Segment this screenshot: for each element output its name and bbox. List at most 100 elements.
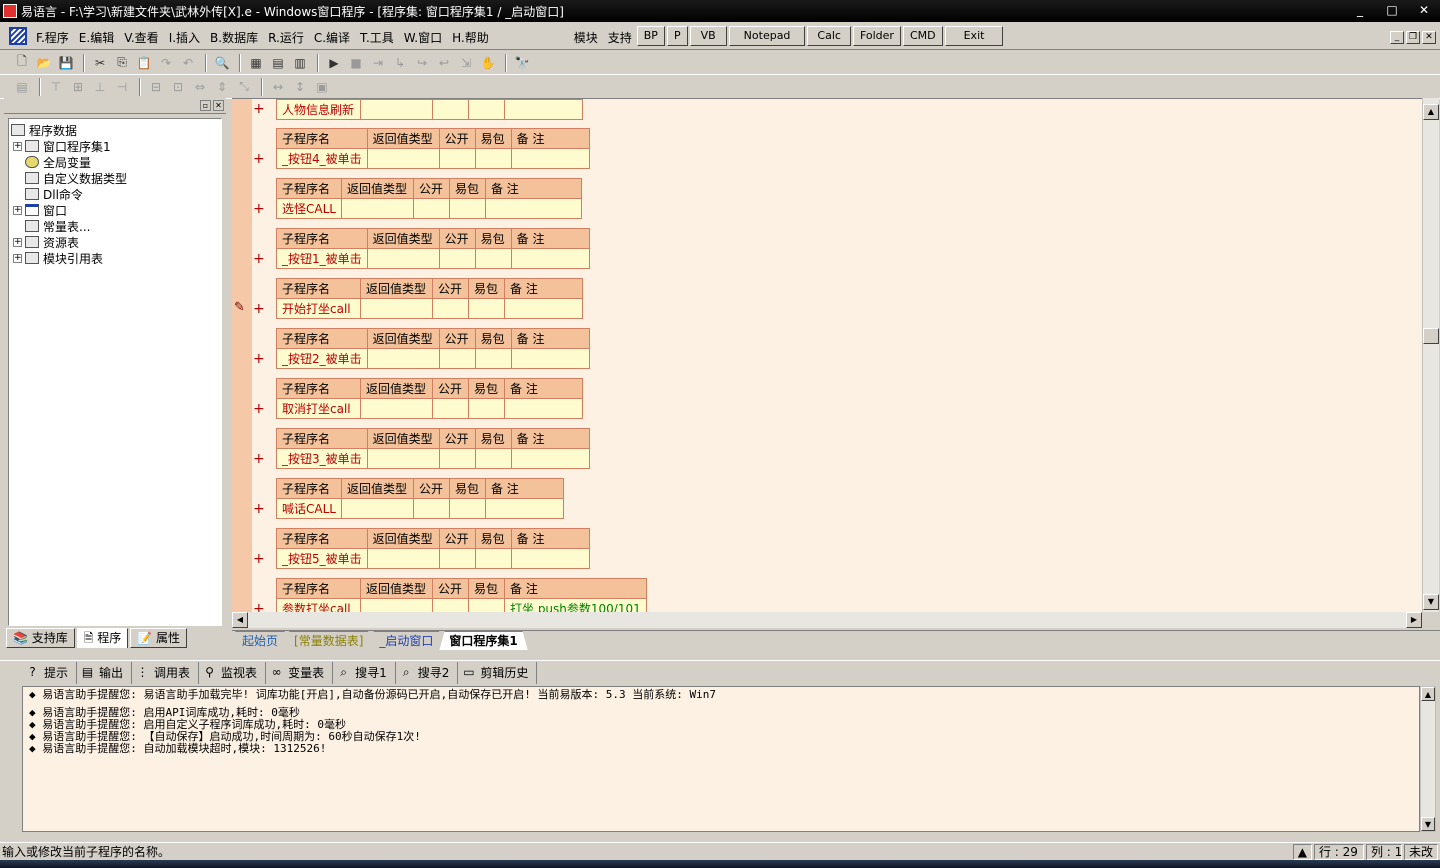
quick-calc-button[interactable]: Calc xyxy=(807,26,851,46)
tab-watch[interactable]: ⚲ 监视表 xyxy=(199,661,267,684)
sub-name-cell[interactable]: _按钮4_被单击 xyxy=(276,148,368,169)
public-cell[interactable] xyxy=(438,548,476,569)
menu-help[interactable]: H.帮助 xyxy=(447,23,494,50)
redo-icon[interactable]: ↷ xyxy=(156,53,176,73)
remark-cell[interactable] xyxy=(484,198,582,219)
remark-cell[interactable] xyxy=(504,298,583,319)
ret-type-cell[interactable] xyxy=(366,448,440,469)
expand-plus-icon[interactable]: + xyxy=(253,451,265,467)
remark-cell[interactable] xyxy=(510,448,590,469)
expand-icon[interactable]: + xyxy=(13,205,22,215)
find-icon[interactable]: 🔍 xyxy=(212,53,232,73)
editor-vertical-scrollbar[interactable]: ▲ ▼ xyxy=(1422,98,1439,612)
tab-window-assembly[interactable]: 窗口程序集1 xyxy=(439,631,528,650)
expand-plus-icon[interactable]: + xyxy=(253,551,265,567)
tab-search-1[interactable]: ⌕ 搜寻1 xyxy=(333,661,396,684)
scroll-up-icon[interactable]: ▲ xyxy=(1423,104,1439,120)
panel-pin-icon[interactable]: ▫ xyxy=(200,100,211,111)
lock-icon[interactable]: ▣ xyxy=(312,77,332,97)
layout-split-icon[interactable]: ▤ xyxy=(268,53,288,73)
menu-compile[interactable]: C.编译 xyxy=(309,23,355,50)
menu-program[interactable]: F.程序 xyxy=(31,23,74,50)
ret-type-cell[interactable] xyxy=(366,548,440,569)
remark-cell[interactable] xyxy=(510,148,590,169)
easy-cell[interactable] xyxy=(448,198,486,219)
easy-cell[interactable] xyxy=(468,598,505,612)
tab-start-page[interactable]: 起始页 xyxy=(232,631,289,650)
tree-node-custom-types[interactable]: 自定义数据类型 xyxy=(9,170,221,186)
easy-cell[interactable] xyxy=(468,298,505,319)
step-out-icon[interactable]: ↩ xyxy=(434,53,454,73)
scroll-down-icon[interactable]: ▼ xyxy=(1423,594,1439,610)
binoculars-icon[interactable]: 🔭 xyxy=(512,53,532,73)
scroll-thumb[interactable] xyxy=(1423,328,1439,344)
output-panel[interactable]: ◆ 易语言助手提醒您: 易语言助手加载完毕! 词库功能[开启],自动备份源码已开… xyxy=(22,686,1420,832)
sub-name-cell[interactable]: 选怪CALL xyxy=(276,198,342,219)
run-to-cursor-icon[interactable]: ⇲ xyxy=(456,53,476,73)
public-cell[interactable] xyxy=(438,248,476,269)
tree-node-global-vars[interactable]: 全局变量 xyxy=(9,154,221,170)
quick-p-button[interactable]: P xyxy=(666,26,688,46)
scroll-down-icon[interactable]: ▼ xyxy=(1421,817,1435,831)
expand-icon[interactable]: + xyxy=(13,253,22,263)
public-cell[interactable] xyxy=(432,298,469,319)
remark-cell[interactable] xyxy=(504,99,583,120)
space-vertical-icon[interactable]: ↕ xyxy=(290,77,310,97)
tree-node-resources[interactable]: + 资源表 xyxy=(9,234,221,250)
tab-search-2[interactable]: ⌕ 搜寻2 xyxy=(396,661,459,684)
align-left-icon[interactable]: ▤ xyxy=(12,77,32,97)
remark-cell[interactable]: 打坐 push参数100/101 xyxy=(504,598,647,612)
tab-startup-window[interactable]: _启动窗口 xyxy=(369,631,444,650)
remark-cell[interactable] xyxy=(504,398,583,419)
remark-cell[interactable] xyxy=(510,248,590,269)
ret-type-cell[interactable] xyxy=(360,598,433,612)
remark-cell[interactable] xyxy=(510,348,590,369)
save-icon[interactable]: 💾 xyxy=(56,53,76,73)
menu-edit[interactable]: E.编辑 xyxy=(74,23,119,50)
public-cell[interactable] xyxy=(438,448,476,469)
menu-run[interactable]: R.运行 xyxy=(263,23,309,50)
scroll-right-icon[interactable]: ▶ xyxy=(1406,612,1422,628)
easy-cell[interactable] xyxy=(468,99,505,120)
space-horizontal-icon[interactable]: ↔ xyxy=(268,77,288,97)
public-cell[interactable] xyxy=(432,398,469,419)
sub-name-cell[interactable]: 人物信息刷新 xyxy=(276,99,361,120)
quick-exit-button[interactable]: Exit xyxy=(944,26,1004,46)
ret-type-cell[interactable] xyxy=(340,498,414,519)
mdi-restore-button[interactable]: ❐ xyxy=(1406,31,1420,44)
align-right-icon[interactable]: ⊣ xyxy=(112,77,132,97)
ret-type-cell[interactable] xyxy=(366,348,440,369)
align-top-icon[interactable]: ⊤ xyxy=(46,77,66,97)
tree-node-assembly[interactable]: + 窗口程序集1 xyxy=(9,138,221,154)
status-up-icon[interactable]: ▲ xyxy=(1292,843,1312,860)
menu-tools[interactable]: T.工具 xyxy=(355,23,399,50)
panel-close-icon[interactable]: ✕ xyxy=(213,100,224,111)
tree-node-dll[interactable]: Dll命令 xyxy=(9,186,221,202)
tab-clip-history[interactable]: ▭ 剪辑历史 xyxy=(458,661,538,684)
expand-icon[interactable]: + xyxy=(13,141,22,151)
sub-name-cell[interactable]: _按钮5_被单击 xyxy=(276,548,368,569)
step-icon[interactable]: ⇥ xyxy=(368,53,388,73)
tab-properties[interactable]: 📝 属性 xyxy=(130,628,188,648)
expand-plus-icon[interactable]: + xyxy=(253,501,265,517)
quick-vb-button[interactable]: VB xyxy=(689,26,727,46)
minimize-button[interactable]: _ xyxy=(1344,0,1376,20)
sub-name-cell[interactable]: _按钮2_被单击 xyxy=(276,348,368,369)
mdi-close-button[interactable]: ✕ xyxy=(1422,31,1436,44)
remark-cell[interactable] xyxy=(510,548,590,569)
undo-icon[interactable]: ↶ xyxy=(178,53,198,73)
output-vertical-scrollbar[interactable]: ▲ ▼ xyxy=(1420,686,1436,832)
expand-plus-icon[interactable]: + xyxy=(253,251,265,267)
expand-plus-icon[interactable]: + xyxy=(253,101,265,117)
same-width-icon[interactable]: ⇔ xyxy=(190,77,210,97)
public-cell[interactable] xyxy=(412,198,450,219)
tab-variables[interactable]: ∞ 变量表 xyxy=(266,661,334,684)
tab-program[interactable]: 🗎 程序 xyxy=(76,628,129,648)
public-cell[interactable] xyxy=(412,498,450,519)
sub-name-cell[interactable]: 喊话CALL xyxy=(276,498,342,519)
menu-support[interactable]: 支持 xyxy=(603,23,637,50)
paste-icon[interactable]: 📋 xyxy=(134,53,154,73)
layout-window-icon[interactable]: ▦ xyxy=(246,53,266,73)
scroll-left-icon[interactable]: ◀ xyxy=(232,612,248,628)
expand-plus-icon[interactable]: + xyxy=(253,601,265,612)
